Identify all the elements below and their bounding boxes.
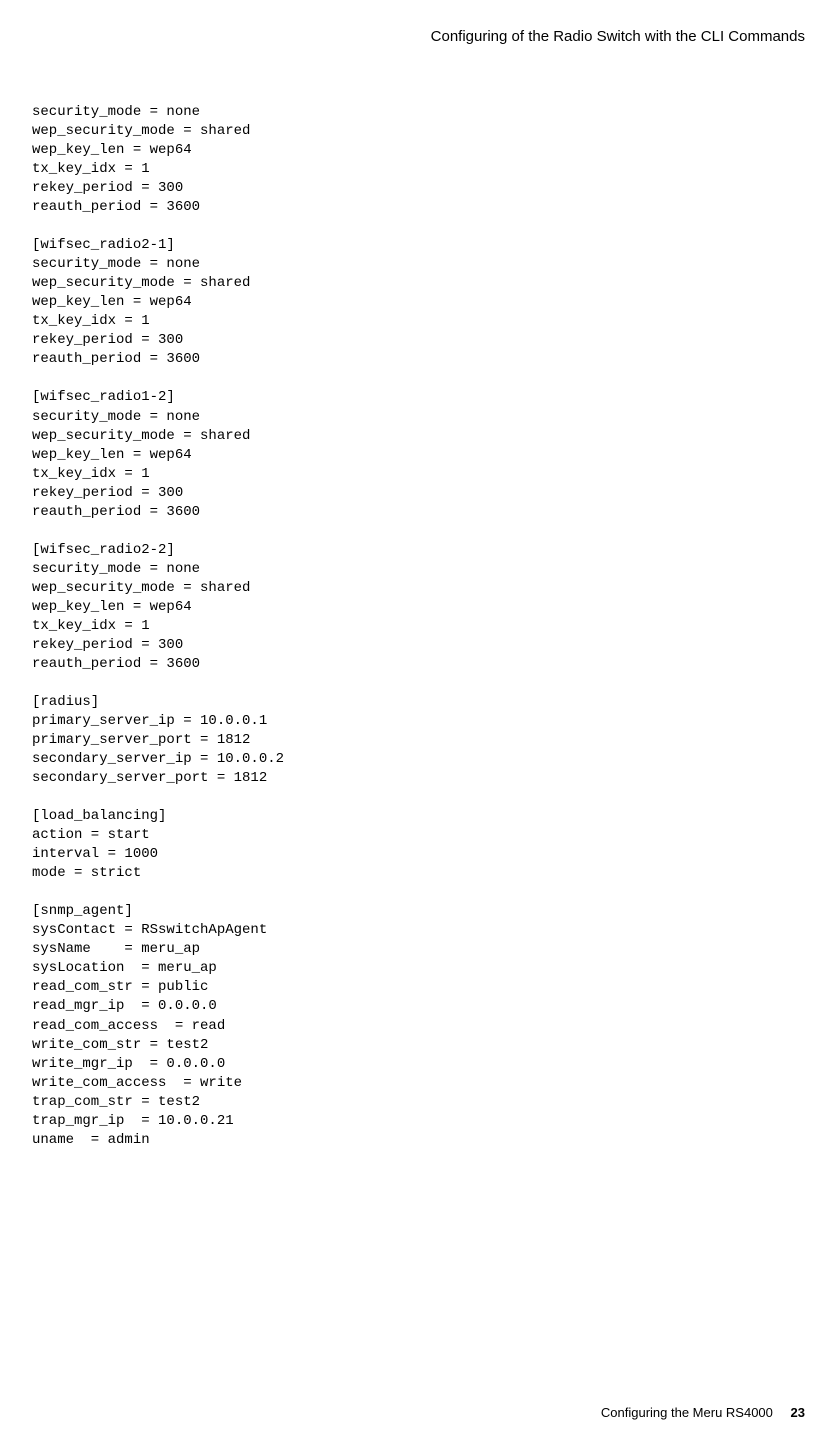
page-footer: Configuring the Meru RS4000 23	[601, 1405, 805, 1420]
page-header: Configuring of the Radio Switch with the…	[0, 0, 837, 45]
config-content: security_mode = none wep_security_mode =…	[0, 45, 837, 1150]
page-number: 23	[791, 1405, 805, 1420]
header-title: Configuring of the Radio Switch with the…	[431, 28, 805, 45]
footer-text: Configuring the Meru RS4000	[601, 1405, 773, 1420]
